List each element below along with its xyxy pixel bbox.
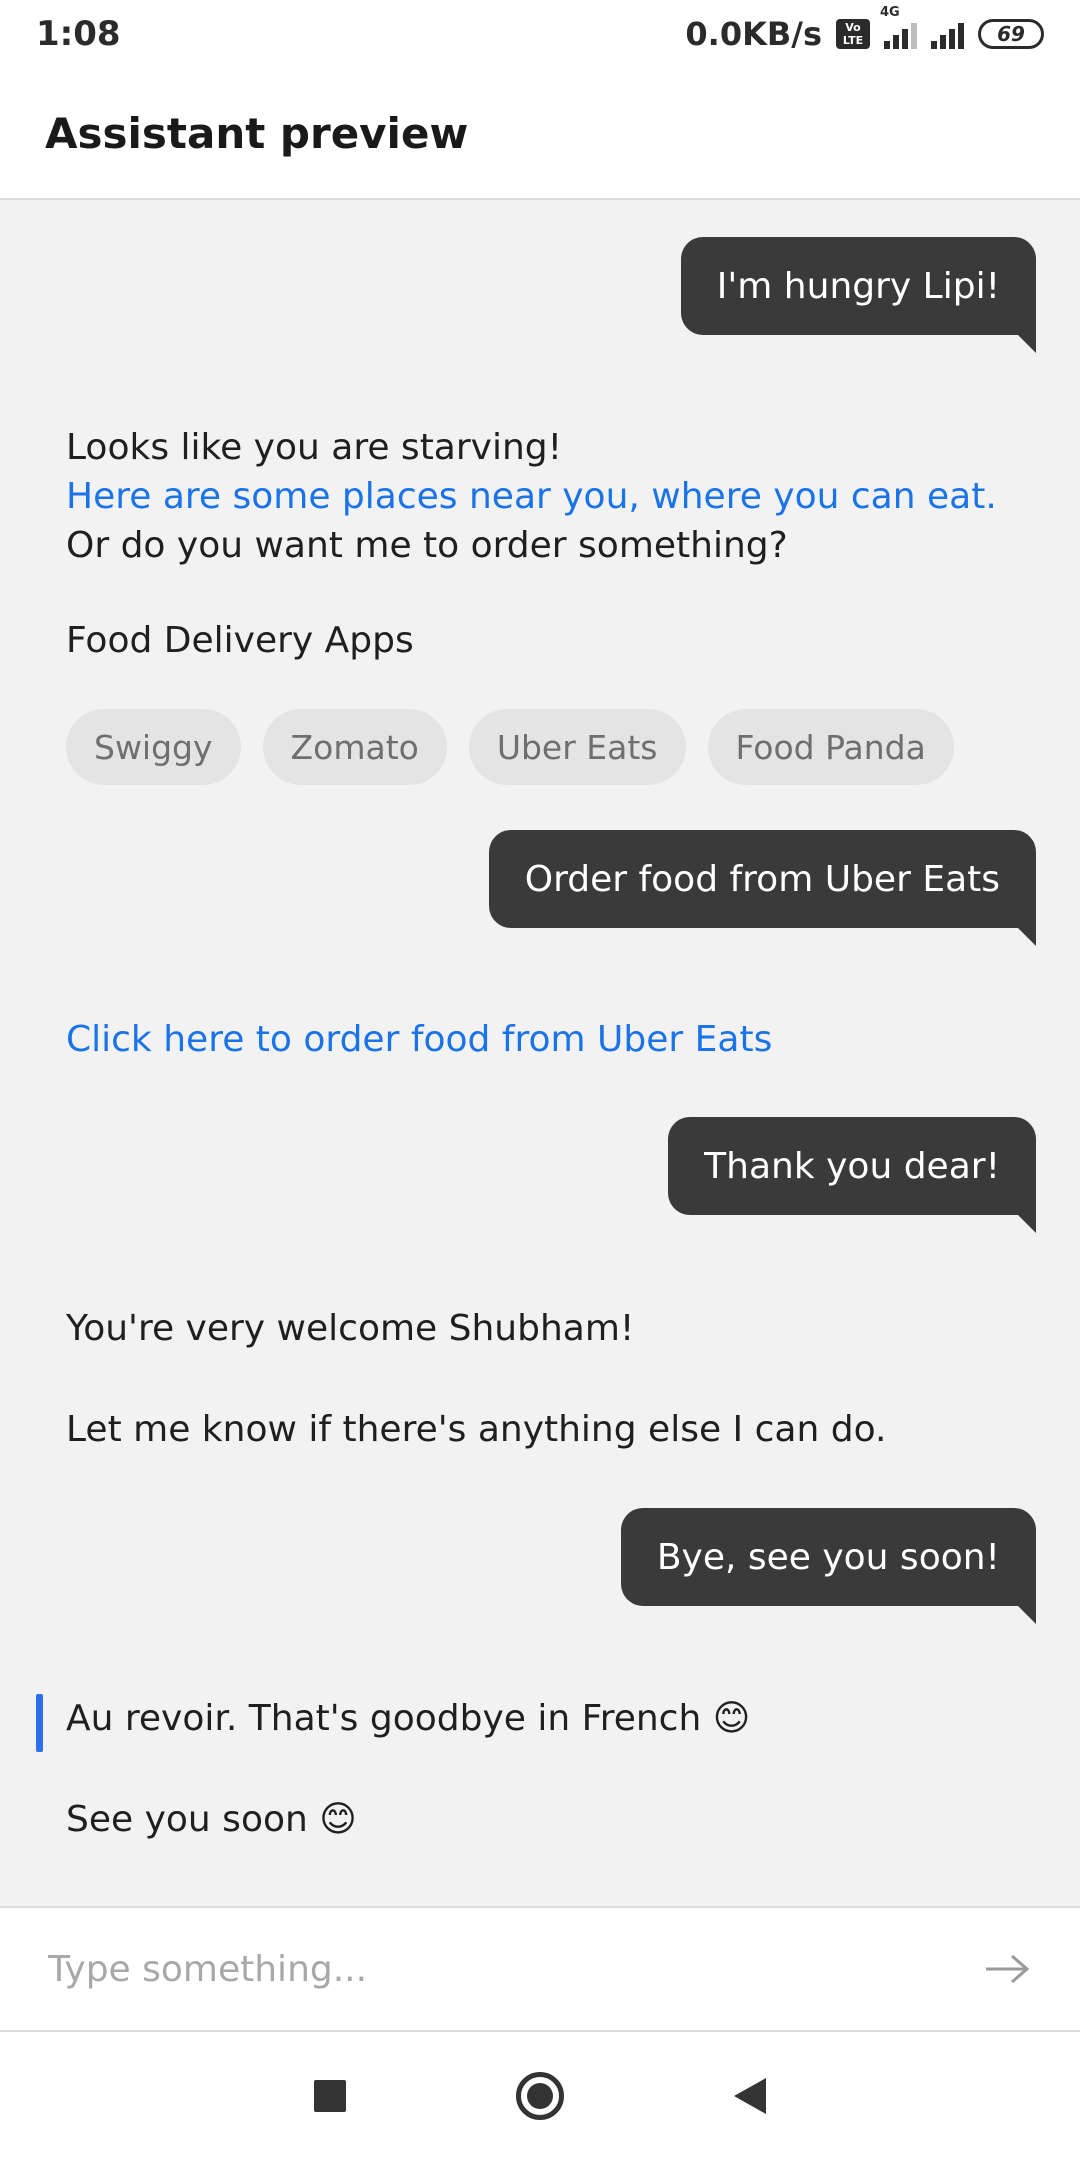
message-input-bar xyxy=(0,1906,1080,2032)
nearby-places-link[interactable]: Here are some places near you, where you… xyxy=(66,472,997,521)
bot-message-text: See you soon 😊 xyxy=(66,1799,357,1840)
user-message: I'm hungry Lipi! xyxy=(680,237,1037,353)
triangle-back-icon xyxy=(734,2078,766,2114)
bot-message: Click here to order food from Uber Eats xyxy=(66,1015,772,1064)
home-button[interactable] xyxy=(510,2066,570,2126)
bot-message-text: Or do you want me to order something? xyxy=(66,525,788,566)
user-message-text: Order food from Uber Eats xyxy=(524,858,1000,900)
status-time: 1:08 xyxy=(36,14,121,54)
chat-area[interactable]: I'm hungry Lipi! Looks like you are star… xyxy=(0,200,1080,1906)
battery-icon: 69 xyxy=(978,19,1044,49)
bot-message: You're very welcome Shubham! Let me know… xyxy=(66,1304,886,1454)
chip-zomato[interactable]: Zomato xyxy=(262,709,447,785)
page-title: Assistant preview xyxy=(45,108,469,158)
network-speed: 0.0KB/s xyxy=(685,15,822,53)
user-message-text: Bye, see you soon! xyxy=(656,1536,1000,1578)
active-message-indicator xyxy=(36,1694,43,1752)
bot-message: Looks like you are starving! Here are so… xyxy=(66,423,997,570)
status-bar: 1:08 0.0KB/s Vo LTE 4G 69 xyxy=(0,0,1080,68)
bot-message: Au revoir. That's goodbye in French 😊 Se… xyxy=(66,1694,750,1844)
user-message-text: Thank you dear! xyxy=(704,1145,1000,1187)
message-input[interactable] xyxy=(48,1948,982,1990)
app-bar: Assistant preview xyxy=(0,68,1080,200)
uber-eats-order-link[interactable]: Click here to order food from Uber Eats xyxy=(66,1015,772,1064)
signal-4g-icon: 4G xyxy=(880,5,917,49)
user-message: Thank you dear! xyxy=(668,1117,1036,1233)
user-message: Order food from Uber Eats xyxy=(488,830,1037,946)
status-icons: 0.0KB/s Vo LTE 4G 69 xyxy=(685,5,1044,53)
system-nav-bar xyxy=(0,2032,1080,2160)
bot-message-text: Let me know if there's anything else I c… xyxy=(66,1409,887,1450)
chip-uber-eats[interactable]: Uber Eats xyxy=(468,709,686,785)
bot-message-text: You're very welcome Shubham! xyxy=(66,1308,635,1349)
send-arrow-icon[interactable] xyxy=(982,1949,1032,1989)
chip-food-panda[interactable]: Food Panda xyxy=(707,709,954,785)
bot-message-text: Looks like you are starving! xyxy=(66,427,563,468)
network-type: 4G xyxy=(880,5,900,20)
bot-message-text: Au revoir. That's goodbye in French 😊 xyxy=(66,1698,751,1739)
user-message: Bye, see you soon! xyxy=(620,1508,1037,1624)
battery-level: 69 xyxy=(997,22,1025,46)
signal-icon xyxy=(931,19,964,49)
back-button[interactable] xyxy=(720,2066,780,2126)
recents-button[interactable] xyxy=(300,2066,360,2126)
volte-label: Vo LTE xyxy=(842,21,864,47)
square-icon xyxy=(314,2080,346,2112)
suggestion-chips: Swiggy Zomato Uber Eats Food Panda xyxy=(66,709,954,785)
circle-icon xyxy=(516,2072,564,2120)
user-message-text: I'm hungry Lipi! xyxy=(716,265,1000,307)
volte-icon: Vo LTE xyxy=(836,19,870,49)
chip-swiggy[interactable]: Swiggy xyxy=(66,709,241,785)
section-title: Food Delivery Apps xyxy=(66,620,414,661)
